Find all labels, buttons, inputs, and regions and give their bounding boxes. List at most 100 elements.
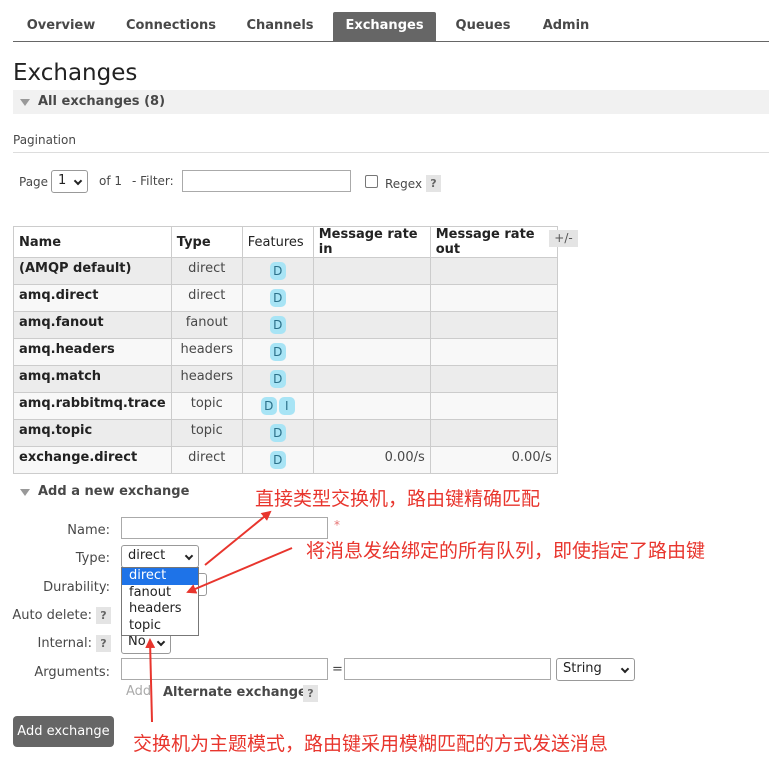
exchange-type: direct bbox=[170, 257, 243, 285]
argument-type-select[interactable]: String bbox=[556, 658, 635, 681]
topic-annotation: 交换机为主题模式，路由键采用模糊匹配的方式发送消息 bbox=[133, 733, 609, 755]
exchanges-table: Name Type Features Message rate in Messa… bbox=[13, 226, 558, 474]
features-cell: D bbox=[241, 419, 314, 447]
features-cell: D bbox=[241, 257, 314, 285]
exchange-type-select-value: direct bbox=[128, 548, 166, 563]
tab-queues[interactable]: Queues bbox=[444, 12, 522, 42]
table-row[interactable]: amq.fanout fanout D bbox=[13, 311, 558, 339]
exchange-name-link[interactable]: amq.fanout bbox=[13, 311, 172, 339]
chevron-down-icon bbox=[184, 551, 194, 561]
exchange-name-link[interactable]: amq.match bbox=[13, 365, 172, 393]
internal-label: Internal: bbox=[37, 636, 92, 651]
tab-admin[interactable]: Admin bbox=[530, 12, 602, 42]
durable-badge: D bbox=[269, 370, 286, 388]
column-header-rate-in: Message rate in bbox=[312, 226, 431, 258]
pagination-label: Pagination bbox=[13, 133, 76, 147]
rate-out: 0.00/s bbox=[429, 446, 558, 474]
collapse-triangle-icon bbox=[20, 99, 30, 106]
rate-in bbox=[312, 419, 431, 447]
durable-badge: D bbox=[269, 343, 286, 361]
divider bbox=[13, 152, 769, 153]
table-row[interactable]: amq.direct direct D bbox=[13, 284, 558, 312]
rate-out bbox=[429, 257, 558, 285]
regex-checkbox[interactable] bbox=[365, 175, 378, 188]
rate-in bbox=[312, 284, 431, 312]
exchange-name-input[interactable] bbox=[121, 517, 328, 539]
auto-delete-label: Auto delete: bbox=[12, 608, 92, 623]
argument-value-input[interactable] bbox=[344, 658, 551, 680]
argument-type-value: String bbox=[563, 661, 602, 676]
add-argument-link[interactable]: Add bbox=[126, 684, 151, 699]
add-exchange-section-toggle[interactable]: Add a new exchange bbox=[13, 480, 253, 504]
tab-connections[interactable]: Connections bbox=[117, 12, 225, 42]
all-exchanges-section-toggle[interactable]: All exchanges (8) bbox=[13, 90, 769, 114]
column-header-name[interactable]: Name bbox=[13, 226, 172, 258]
durable-badge: D bbox=[269, 289, 286, 307]
alternate-exchange-help-icon[interactable]: ? bbox=[303, 685, 318, 702]
exchange-type: topic bbox=[170, 392, 243, 420]
alternate-exchange-link[interactable]: Alternate exchange bbox=[163, 685, 307, 700]
durable-badge: D bbox=[269, 424, 286, 442]
arguments-label: Arguments: bbox=[34, 665, 110, 680]
exchange-type-select[interactable]: direct bbox=[121, 545, 199, 568]
features-cell: D bbox=[241, 338, 314, 366]
durable-badge: D bbox=[269, 262, 286, 280]
column-header-features: Features bbox=[241, 226, 314, 258]
rate-out bbox=[429, 365, 558, 393]
exchange-type: headers bbox=[170, 365, 243, 393]
column-toggle-button[interactable]: +/- bbox=[549, 230, 578, 247]
column-header-rate-out: Message rate out bbox=[429, 226, 558, 258]
type-option-headers[interactable]: headers bbox=[122, 601, 198, 618]
tab-exchanges[interactable]: Exchanges bbox=[333, 12, 436, 42]
regex-label: Regex bbox=[385, 177, 423, 191]
rate-out bbox=[429, 419, 558, 447]
exchange-name-link[interactable]: amq.topic bbox=[13, 419, 172, 447]
direct-annotation: 直接类型交换机，路由键精确匹配 bbox=[255, 488, 541, 510]
rate-in bbox=[312, 311, 431, 339]
add-exchange-label: Add a new exchange bbox=[38, 484, 190, 499]
filter-label: - Filter: bbox=[132, 174, 174, 188]
all-exchanges-label: All exchanges (8) bbox=[38, 94, 166, 109]
page-title: Exchanges bbox=[13, 60, 138, 86]
exchange-name-link[interactable]: amq.rabbitmq.trace bbox=[13, 392, 172, 420]
rate-in: 0.00/s bbox=[312, 446, 431, 474]
durable-badge: D bbox=[269, 316, 286, 334]
features-cell: D bbox=[241, 311, 314, 339]
rate-out bbox=[429, 392, 558, 420]
table-row[interactable]: exchange.direct direct D 0.00/s 0.00/s bbox=[13, 446, 558, 474]
table-row[interactable]: amq.topic topic D bbox=[13, 419, 558, 447]
rate-in bbox=[312, 365, 431, 393]
add-exchange-button[interactable]: Add exchange bbox=[13, 716, 114, 747]
exchange-name-link[interactable]: (AMQP default) bbox=[13, 257, 172, 285]
type-option-topic[interactable]: topic bbox=[122, 618, 198, 635]
exchange-type: headers bbox=[170, 338, 243, 366]
exchange-name-link[interactable]: amq.direct bbox=[13, 284, 172, 312]
page-select-value: 1 bbox=[58, 173, 67, 188]
table-row[interactable]: amq.rabbitmq.trace topic DI bbox=[13, 392, 558, 420]
page-label: Page bbox=[19, 175, 49, 189]
type-option-direct[interactable]: direct bbox=[122, 568, 198, 585]
equals-sign: = bbox=[332, 662, 343, 677]
table-row[interactable]: amq.headers headers D bbox=[13, 338, 558, 366]
tab-channels[interactable]: Channels bbox=[235, 12, 325, 42]
argument-key-input[interactable] bbox=[121, 658, 328, 680]
column-header-type[interactable]: Type bbox=[170, 226, 243, 258]
filter-input[interactable] bbox=[182, 170, 351, 192]
fanout-annotation: 将消息发给绑定的所有队列，即使指定了路由键 bbox=[306, 540, 706, 562]
rate-in bbox=[312, 392, 431, 420]
page-select[interactable]: 1 bbox=[51, 170, 88, 193]
type-label: Type: bbox=[75, 551, 110, 566]
table-row[interactable]: amq.match headers D bbox=[13, 365, 558, 393]
auto-delete-help-icon[interactable]: ? bbox=[96, 607, 111, 624]
top-nav: Overview Connections Channels Exchanges … bbox=[13, 12, 769, 42]
table-row[interactable]: (AMQP default) direct D bbox=[13, 257, 558, 285]
tab-overview[interactable]: Overview bbox=[13, 12, 109, 42]
internal-help-icon[interactable]: ? bbox=[96, 635, 111, 652]
internal-select-value: No bbox=[128, 634, 146, 649]
type-option-fanout[interactable]: fanout bbox=[122, 585, 198, 602]
regex-help-icon[interactable]: ? bbox=[426, 175, 441, 192]
exchange-name-link[interactable]: amq.headers bbox=[13, 338, 172, 366]
features-cell: D bbox=[241, 284, 314, 312]
name-label: Name: bbox=[67, 523, 110, 538]
exchange-name-link[interactable]: exchange.direct bbox=[13, 446, 172, 474]
